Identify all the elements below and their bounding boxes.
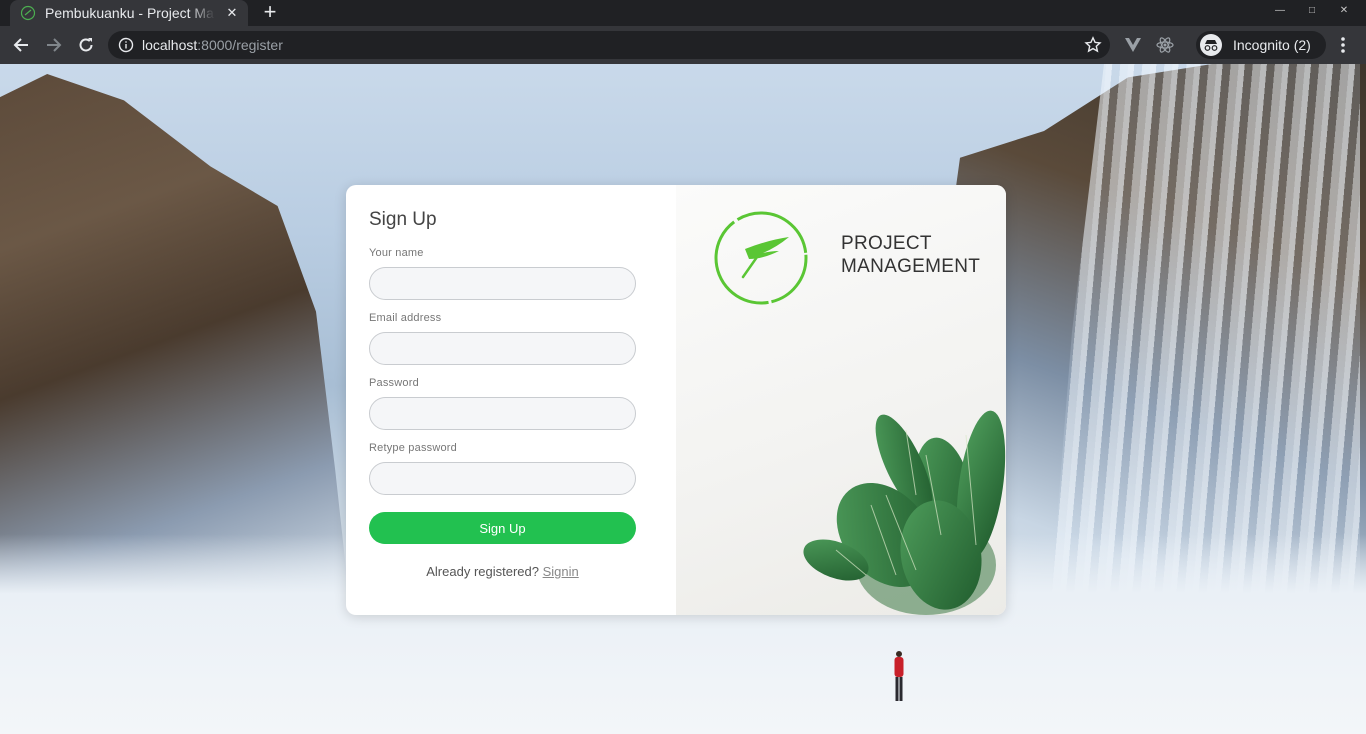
name-label: Your name	[369, 247, 424, 259]
incognito-button[interactable]: Incognito (2)	[1196, 31, 1326, 59]
vue-devtools-icon[interactable]	[1124, 36, 1142, 54]
star-icon[interactable]	[1084, 36, 1102, 54]
password-label: Password	[369, 377, 419, 389]
brand-line-2: MANAGEMENT	[841, 256, 981, 277]
email-field[interactable]	[369, 332, 636, 365]
reload-icon[interactable]	[74, 33, 98, 57]
url-path: :8000/register	[197, 37, 283, 53]
page-viewport: Sign Up Your name Email address Password…	[0, 64, 1366, 734]
maximize-icon[interactable]: □	[1296, 0, 1328, 20]
brand-line-1: PROJECT	[841, 233, 932, 254]
cactus-image	[803, 410, 1006, 615]
signin-prompt: Already registered? Signin	[369, 564, 636, 579]
window-close-icon[interactable]: ✕	[1328, 0, 1360, 20]
logo-icon	[714, 211, 808, 305]
incognito-icon	[1200, 34, 1222, 56]
browser-tab[interactable]: Pembukuanku - Project Management ✕	[10, 0, 248, 26]
info-icon[interactable]	[118, 37, 134, 53]
signin-link[interactable]: Signin	[543, 564, 579, 579]
tab-strip: Pembukuanku - Project Management ✕ + — □…	[0, 0, 1366, 26]
window-controls: — □ ✕	[1264, 0, 1360, 20]
plus-icon[interactable]: +	[258, 1, 282, 25]
background-person	[894, 651, 904, 701]
minimize-icon[interactable]: —	[1264, 0, 1296, 20]
password-field[interactable]	[369, 397, 636, 430]
name-field[interactable]	[369, 267, 636, 300]
back-arrow-icon[interactable]	[9, 33, 33, 57]
brand-panel: PROJECT MANAGEMENT	[676, 185, 1006, 615]
retype-password-field[interactable]	[369, 462, 636, 495]
url-text: localhost:8000/register	[142, 37, 283, 53]
address-bar[interactable]: localhost:8000/register	[108, 31, 1110, 59]
form-title: Sign Up	[369, 209, 437, 230]
browser-toolbar: localhost:8000/register Incognito (2)	[0, 26, 1366, 64]
signup-form: Sign Up Your name Email address Password…	[346, 185, 676, 615]
kebab-menu-icon[interactable]	[1338, 36, 1348, 54]
retype-password-label: Retype password	[369, 442, 457, 454]
forward-arrow-icon[interactable]	[42, 33, 66, 57]
react-devtools-icon[interactable]	[1156, 36, 1174, 54]
signup-button[interactable]: Sign Up	[369, 512, 636, 544]
favicon-icon	[20, 5, 36, 21]
email-label: Email address	[369, 312, 442, 324]
already-registered-text: Already registered?	[426, 564, 539, 579]
close-icon[interactable]: ✕	[224, 5, 240, 21]
tab-title: Pembukuanku - Project Management	[45, 5, 215, 21]
incognito-label: Incognito (2)	[1233, 37, 1311, 53]
signup-card: Sign Up Your name Email address Password…	[346, 185, 1006, 615]
brand-title: PROJECT MANAGEMENT	[841, 232, 980, 278]
url-host: localhost	[142, 37, 198, 53]
